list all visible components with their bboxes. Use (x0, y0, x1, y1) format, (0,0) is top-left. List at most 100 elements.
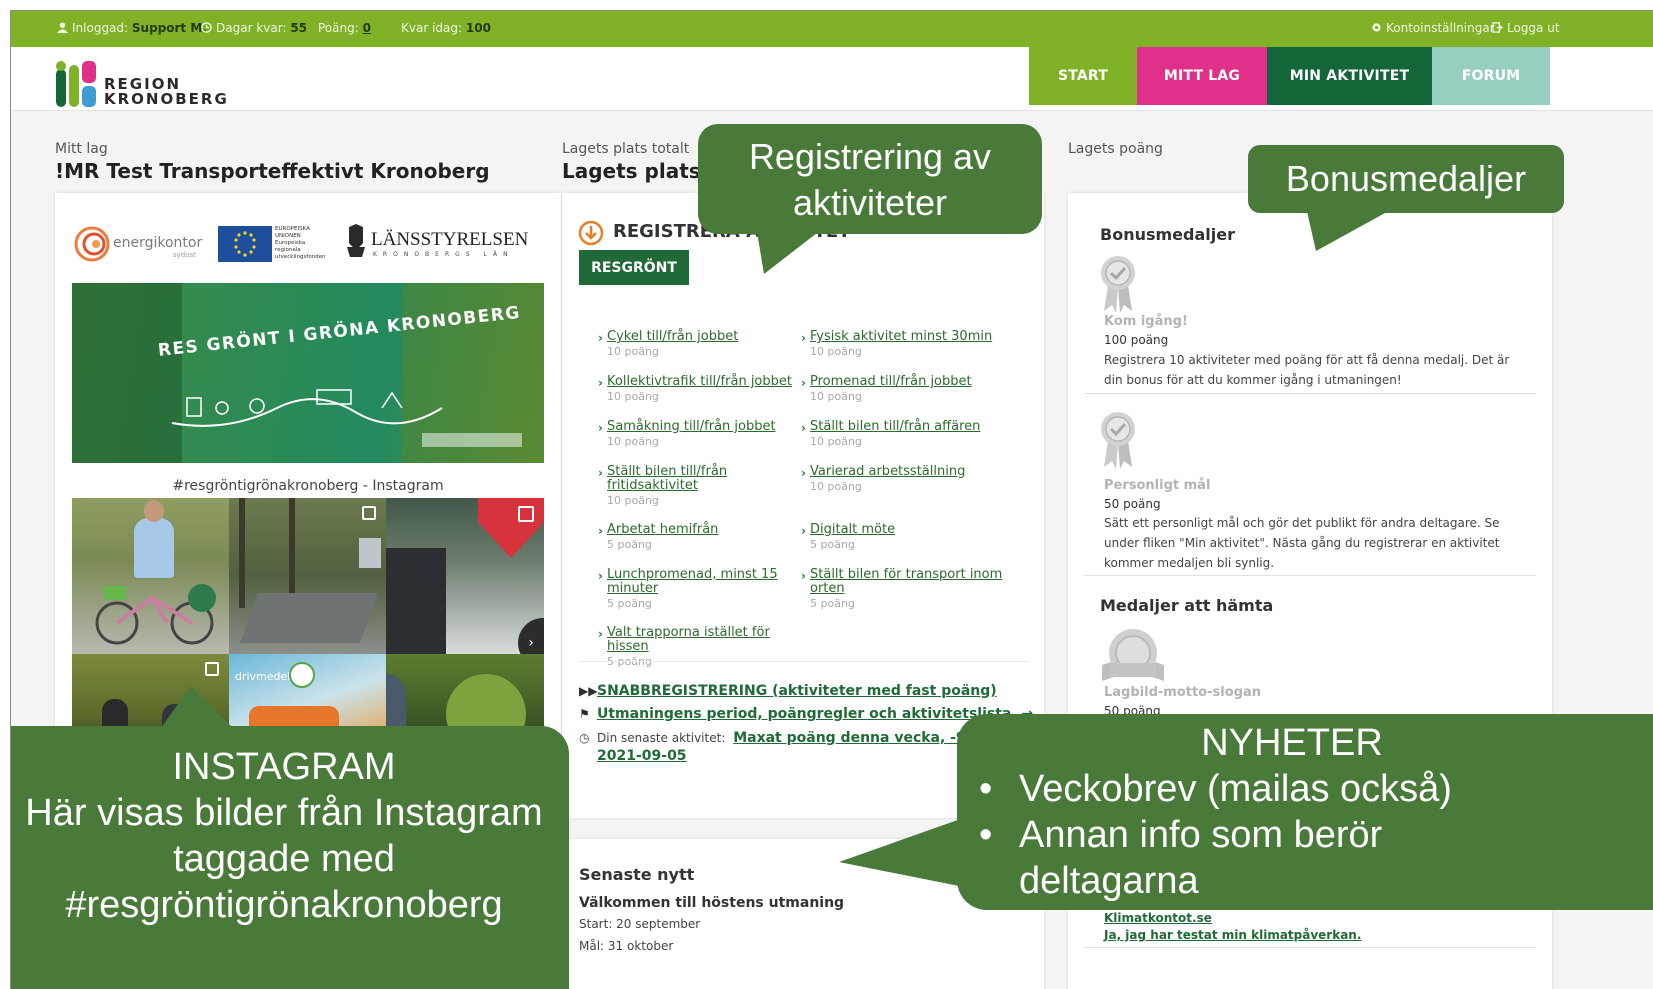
logged-in-status: Inloggad: Support M. (57, 21, 207, 35)
medals-to-fetch-title: Medaljer att hämta (1100, 596, 1274, 615)
activity-name[interactable]: Cykel till/från jobbet (607, 330, 807, 344)
crest-icon (347, 224, 365, 257)
instagram-caption: #resgröntigrönakronoberg - Instagram (172, 478, 444, 494)
activity-item[interactable]: › Digitalt möte 5 poäng (801, 523, 1010, 552)
eu-logo: EUROPEISKA UNIONEN Europeiska regionala … (218, 226, 328, 264)
divider (1084, 393, 1536, 394)
medal-name: Lagbild-motto-slogan (1104, 685, 1261, 700)
callout-registrering: Registrering av aktiviteter (698, 124, 1042, 234)
points-link[interactable]: 0 (363, 21, 371, 35)
activity-points: 10 poäng (607, 435, 659, 448)
latest-activity: ◷ Din senaste aktivitet: Maxat poäng denn… (579, 730, 1010, 746)
news-headline[interactable]: Välkommen till höstens utmaning (579, 895, 844, 911)
chevron-right-icon: › (801, 331, 806, 345)
activity-item[interactable]: › Samåkning till/från jobbet 10 poäng (598, 420, 807, 449)
chevron-right-icon: › (801, 466, 806, 480)
news-end: Mål: 31 oktober (579, 939, 674, 953)
activity-points: 10 poäng (810, 480, 862, 493)
top-status-bar: Inloggad: Support M. Dagar kvar: 55 Poän… (11, 11, 1653, 47)
lansstyrelsen-logo: LÄNSSTYRELSEN KRONOBERGS LÄN (345, 223, 545, 265)
callout-bonusmedaljer: Bonusmedaljer (1248, 145, 1564, 213)
activity-points: 10 poäng (607, 345, 659, 358)
activity-name[interactable]: Samåkning till/från jobbet (607, 420, 807, 434)
activity-name[interactable]: Arbetat hemifrån (607, 523, 807, 537)
resgront-category-button[interactable]: RESGRÖNT (579, 250, 689, 285)
chevron-right-icon: › (801, 524, 806, 538)
activity-item[interactable]: › Ställt bilen för transport inom orten 5 … (801, 568, 1010, 611)
activity-item[interactable]: › Arbetat hemifrån 5 poäng (598, 523, 807, 552)
clock-icon (201, 22, 212, 33)
multi-image-icon (518, 506, 534, 522)
activity-item[interactable]: › Lunchpromenad, minst 15 minuter 5 poäng (598, 568, 807, 611)
activity-item[interactable]: › Varierad arbetsställning 10 poäng (801, 465, 1010, 494)
medal-name: Personligt mål (1104, 478, 1211, 493)
divider (1084, 947, 1536, 948)
medal-points: 100 poäng (1104, 333, 1169, 347)
instagram-photo[interactable] (229, 498, 386, 654)
multi-image-icon (362, 506, 376, 520)
chevron-right-icon: › (598, 421, 603, 435)
logout-link[interactable]: Logga ut (1492, 21, 1560, 35)
account-settings-link[interactable]: Kontoinställningar (1371, 21, 1495, 35)
team-points-label: Lagets poäng (1068, 141, 1163, 157)
activity-name[interactable]: Kollektivtrafik till/från jobbet (607, 375, 807, 389)
latest-activity-date[interactable]: 2021-09-05 (597, 748, 687, 764)
activity-item[interactable]: › Valt trapporna istället för hissen 5 poä… (598, 626, 807, 669)
activity-name[interactable]: Lunchpromenad, minst 15 minuter (607, 568, 807, 596)
next-arrow-icon[interactable]: › (518, 618, 544, 654)
medal-points: 50 poäng (1104, 497, 1161, 511)
res-gront-banner-image: RES GRÖNT I GRÖNA KRONOBERG (72, 283, 544, 463)
activity-item[interactable]: › Fysisk aktivitet minst 30min 10 poäng (801, 330, 1010, 359)
quick-registration-link[interactable]: ▶▶SNABBREGISTRERING (aktiviteter med fas… (579, 683, 997, 699)
activity-name[interactable]: Promenad till/från jobbet (810, 375, 1010, 389)
nav-start[interactable]: START (1029, 47, 1137, 105)
activity-points: 5 poäng (607, 597, 652, 610)
points-status: Poäng: 0 (318, 21, 371, 35)
medal-description: Registrera 10 aktiviteter med poäng för … (1104, 353, 1510, 387)
activity-name[interactable]: Ställt bilen till/från fritidsaktivitet (607, 465, 807, 493)
activity-points: 5 poäng (810, 538, 855, 551)
activity-name[interactable]: Varierad arbetsställning (810, 465, 1010, 479)
climate-test-link[interactable]: Ja, jag har testat min klimatpåverkan. (1104, 928, 1361, 942)
chevron-right-icon: › (598, 466, 603, 480)
activity-item[interactable]: › Ställt bilen till/från affären 10 poäng (801, 420, 1010, 449)
callout-nyheter: NYHETER • Veckobrev (mailas också) • Annan… (957, 714, 1653, 910)
activity-name[interactable]: Ställt bilen till/från affären (810, 420, 1010, 434)
nav-mitt-lag[interactable]: MITT LAG (1137, 47, 1267, 105)
activity-item[interactable]: › Cykel till/från jobbet 10 poäng (598, 330, 807, 359)
instagram-card: energikontor sydost EUROPEISKA UNIONEN E… (55, 193, 561, 753)
activity-name[interactable]: Digitalt möte (810, 523, 1010, 537)
mitt-lag-label: Mitt lag (55, 141, 108, 157)
left-today-status: Kvar idag: 100 (401, 21, 491, 35)
medal-check-icon (1101, 256, 1135, 313)
gear-icon (1372, 23, 1381, 32)
medal-name: Kom igång! (1104, 314, 1188, 329)
news-title: Senaste nytt (579, 865, 695, 884)
activity-name[interactable]: Valt trapporna istället för hissen (607, 626, 807, 654)
divider (579, 661, 1029, 662)
team-rank-label: Lagets plats totalt (562, 141, 690, 157)
days-left-status: Dagar kvar: 55 (201, 21, 307, 35)
chevron-right-icon: › (801, 421, 806, 435)
instagram-photo[interactable]: › (386, 498, 544, 654)
region-kronoberg-logo[interactable]: REGION KRONOBERG (56, 61, 227, 107)
callout-tail (839, 816, 969, 888)
activity-points: 10 poäng (607, 390, 659, 403)
nav-min-aktivitet[interactable]: MIN AKTIVITET (1267, 47, 1432, 105)
nav-forum[interactable]: FORUM (1432, 47, 1550, 105)
activity-name[interactable]: Ställt bilen för transport inom orten (810, 568, 1010, 596)
activity-points: 5 poäng (810, 597, 855, 610)
energikontor-logo: energikontor sydost (73, 225, 203, 263)
chevron-right-icon: › (598, 627, 603, 641)
divider (1084, 575, 1536, 576)
activity-item[interactable]: › Promenad till/från jobbet 10 poäng (801, 375, 1010, 404)
instagram-photo[interactable] (72, 498, 229, 654)
bonus-medals-title: Bonusmedaljer (1100, 225, 1235, 244)
chevron-right-icon: › (801, 569, 806, 583)
flag-icon: ⚑ (579, 707, 590, 721)
multi-image-icon (205, 662, 219, 676)
activity-name[interactable]: Fysisk aktivitet minst 30min (810, 330, 1010, 344)
klimatkontot-link[interactable]: Klimatkontot.se (1104, 911, 1212, 925)
activity-item[interactable]: › Kollektivtrafik till/från jobbet 10 poän… (598, 375, 807, 404)
activity-item[interactable]: › Ställt bilen till/från fritidsaktivitet… (598, 465, 807, 508)
